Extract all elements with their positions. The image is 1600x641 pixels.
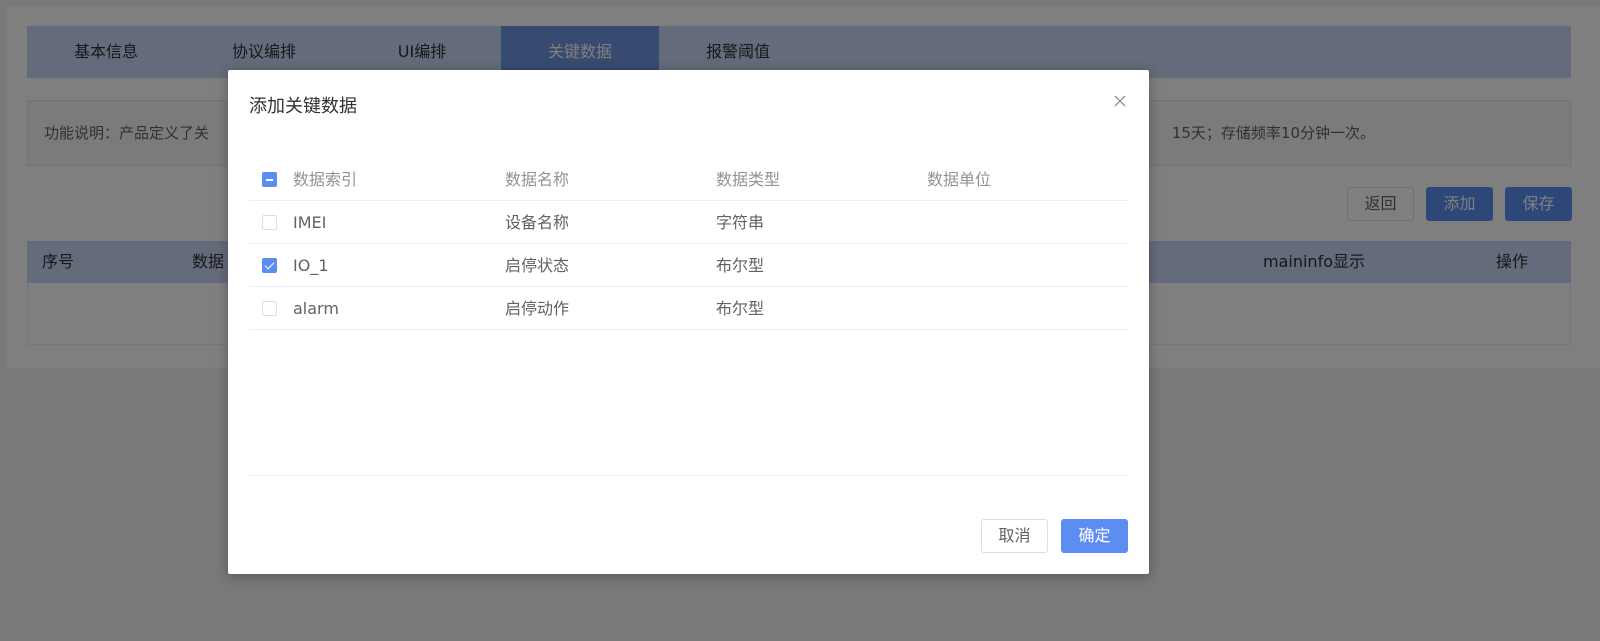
row-checkbox[interactable] <box>262 258 277 273</box>
row-checkbox[interactable] <box>262 215 277 230</box>
data-index-cell: alarm <box>293 299 339 318</box>
data-name-cell: 设备名称 <box>505 213 570 232</box>
column-header-data-name: 数据名称 <box>505 170 570 189</box>
table-bottom-divider <box>249 475 1128 476</box>
data-type-cell: 布尔型 <box>716 299 765 318</box>
close-icon[interactable] <box>1109 90 1131 112</box>
table-row[interactable]: IO_1 启停状态 布尔型 <box>249 244 1128 287</box>
table-row[interactable]: IMEI 设备名称 字符串 <box>249 201 1128 244</box>
data-index-cell: IO_1 <box>293 256 329 275</box>
confirm-button[interactable]: 确定 <box>1061 519 1128 553</box>
row-checkbox[interactable] <box>262 301 277 316</box>
dialog-title: 添加关键数据 <box>249 96 357 117</box>
data-type-cell: 字符串 <box>716 213 765 232</box>
column-header-data-unit: 数据单位 <box>927 170 992 189</box>
data-type-cell: 布尔型 <box>716 256 765 275</box>
table-header-row: 数据索引 数据名称 数据类型 数据单位 <box>249 158 1128 201</box>
cancel-button[interactable]: 取消 <box>981 519 1048 553</box>
data-selection-table: 数据索引 数据名称 数据类型 数据单位 IMEI 设备名称 字符串 IO_1 启… <box>249 158 1128 330</box>
add-key-data-dialog: 添加关键数据 数据索引 数据名称 数据类型 数据单位 IMEI 设备名称 字符串… <box>228 70 1149 574</box>
column-header-data-index: 数据索引 <box>293 170 358 189</box>
column-header-data-type: 数据类型 <box>716 170 781 189</box>
table-row[interactable]: alarm 启停动作 布尔型 <box>249 287 1128 330</box>
data-index-cell: IMEI <box>293 213 327 232</box>
data-name-cell: 启停状态 <box>505 256 570 275</box>
select-all-checkbox[interactable] <box>262 172 277 187</box>
data-name-cell: 启停动作 <box>505 299 570 318</box>
